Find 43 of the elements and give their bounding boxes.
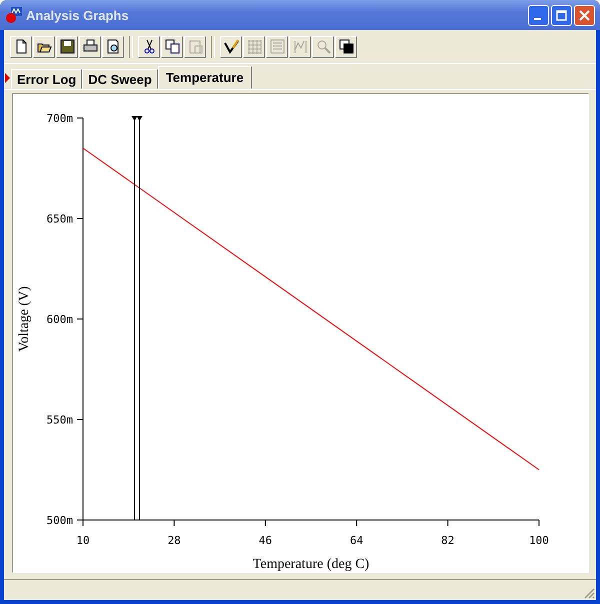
- check-pencil-icon: [222, 38, 240, 55]
- close-button[interactable]: [574, 4, 595, 26]
- minimize-icon: [534, 18, 541, 20]
- overlap-icon: [338, 38, 354, 55]
- y-tick-label: 650m: [46, 212, 73, 226]
- x-tick-label: 82: [441, 534, 454, 547]
- x-tick-label: 64: [350, 534, 364, 547]
- minimize-button[interactable]: [528, 4, 549, 26]
- toolbar-button[interactable]: [33, 36, 55, 58]
- x-tick-label: 100: [529, 534, 549, 547]
- y-tick-label: 600m: [46, 313, 73, 326]
- window-title: Analysis Graphs: [26, 8, 130, 22]
- app-icon: [5, 6, 23, 24]
- copy-icon: [164, 38, 180, 55]
- list-icon: [268, 38, 286, 55]
- y-tick-label: 550m: [46, 414, 73, 426]
- toolbar-button[interactable]: [102, 36, 124, 58]
- y-tick-label: 700m: [46, 112, 73, 125]
- graph-icon: [292, 38, 308, 55]
- x-tick-label: 46: [258, 534, 272, 547]
- resize-grip-icon[interactable]: [583, 587, 595, 599]
- x-tick-label: 10: [76, 534, 90, 547]
- maximize-icon: [556, 10, 567, 20]
- zoom-icon: [314, 38, 332, 55]
- magnifier-page-icon: [104, 38, 122, 55]
- clipboard-icon: [186, 38, 204, 55]
- x-axis-label: Temperature (deg C): [252, 557, 370, 572]
- toolbar-button[interactable]: [161, 36, 183, 58]
- tab[interactable]: DC Sweep: [82, 69, 158, 89]
- y-tick-label: 500m: [46, 514, 73, 527]
- toolbar-button[interactable]: [79, 36, 101, 58]
- close-icon: [579, 10, 590, 20]
- y-axis-label: Voltage (V): [17, 286, 32, 352]
- tab[interactable]: Temperature: [158, 66, 252, 89]
- tab[interactable]: Error Log: [11, 69, 82, 89]
- grid-icon: [246, 38, 262, 55]
- toolbar-button[interactable]: [10, 36, 32, 58]
- toolbar-button[interactable]: [138, 36, 160, 58]
- maximize-button[interactable]: [551, 4, 572, 26]
- x-tick-label: 28: [168, 534, 181, 547]
- toolbar-button[interactable]: [56, 36, 78, 58]
- toolbar-button[interactable]: [335, 36, 357, 58]
- toolbar-button[interactable]: [220, 36, 242, 58]
